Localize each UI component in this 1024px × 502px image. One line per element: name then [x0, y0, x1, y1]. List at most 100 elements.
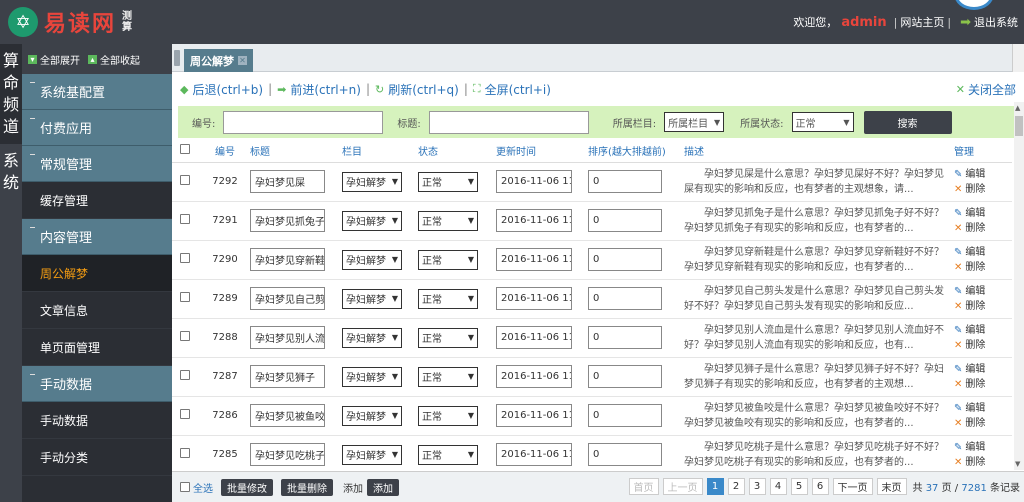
- edit-link[interactable]: ✎ 编辑: [954, 245, 1012, 260]
- search-button[interactable]: 搜索: [863, 110, 952, 134]
- row-checkbox[interactable]: [180, 331, 190, 341]
- pager-page-1[interactable]: 1: [706, 478, 724, 495]
- pager-next[interactable]: 下一页: [832, 478, 873, 495]
- batch-edit-button[interactable]: 批量修改: [221, 478, 273, 496]
- sidebar-group-content[interactable]: 内容管理: [22, 219, 172, 255]
- add-button[interactable]: 添加: [367, 478, 399, 496]
- row-column-select[interactable]: 孕妇解梦 ▼: [342, 327, 402, 348]
- header-id[interactable]: 编号: [200, 140, 250, 163]
- back-button[interactable]: ◆ 后退(ctrl+b): [180, 81, 263, 98]
- user-avatar[interactable]: [954, 0, 994, 10]
- row-title-input[interactable]: 孕妇梦见抓兔子: [250, 209, 325, 232]
- row-time-input[interactable]: 2016-11-06 11:: [496, 404, 572, 427]
- edit-link[interactable]: ✎ 编辑: [954, 284, 1012, 299]
- sidebar-item-articles[interactable]: 文章信息: [22, 292, 172, 329]
- expand-all-button[interactable]: ▾ 全部展开: [28, 52, 80, 67]
- edit-link[interactable]: ✎ 编辑: [954, 401, 1012, 416]
- close-all-button[interactable]: ✕ 关闭全部: [956, 81, 1016, 98]
- column-select[interactable]: 所属栏目 ▼: [664, 112, 725, 132]
- pager-last[interactable]: 末页: [876, 478, 907, 495]
- strip-item-system[interactable]: 系统: [0, 144, 22, 194]
- row-checkbox[interactable]: [180, 292, 190, 302]
- header-status[interactable]: 状态: [418, 140, 496, 163]
- row-column-select[interactable]: 孕妇解梦 ▼: [342, 171, 402, 192]
- strip-item-fortune[interactable]: 算命频道: [0, 44, 22, 144]
- edit-link[interactable]: ✎ 编辑: [954, 206, 1012, 221]
- sidebar-group-manual-data[interactable]: 手动数据: [22, 366, 172, 402]
- row-sort-input[interactable]: 0: [588, 248, 662, 271]
- header-sort[interactable]: 排序(越大排越前): [588, 140, 684, 163]
- status-select[interactable]: 正常 ▼: [791, 112, 854, 132]
- site-home-link[interactable]: 网站主页: [900, 14, 944, 30]
- edit-link[interactable]: ✎ 编辑: [954, 323, 1012, 338]
- delete-link[interactable]: ✕ 删除: [954, 260, 1012, 275]
- tab-close-icon[interactable]: ✕: [238, 56, 247, 65]
- site-logo[interactable]: ✡ 易读网 测算: [8, 6, 134, 38]
- row-title-input[interactable]: 孕妇梦见吃桃子: [250, 443, 325, 466]
- tab-dream[interactable]: 周公解梦 ✕: [184, 49, 253, 72]
- row-status-select[interactable]: 正常 ▼: [418, 288, 478, 309]
- row-title-input[interactable]: 孕妇梦见别人流: [250, 326, 325, 349]
- vertical-scrollbar[interactable]: ▲ ▼: [1014, 102, 1024, 470]
- row-column-select[interactable]: 孕妇解梦 ▼: [342, 405, 402, 426]
- pager-page-3[interactable]: 3: [748, 478, 766, 495]
- row-time-input[interactable]: 2016-11-06 11:: [496, 248, 572, 271]
- row-status-select[interactable]: 正常 ▼: [418, 405, 478, 426]
- row-status-select[interactable]: 正常 ▼: [418, 444, 478, 465]
- edit-link[interactable]: ✎ 编辑: [954, 167, 1012, 182]
- row-checkbox[interactable]: [180, 370, 190, 380]
- delete-link[interactable]: ✕ 删除: [954, 299, 1012, 314]
- select-all-control[interactable]: 全选: [180, 480, 213, 495]
- sidebar-item-pages[interactable]: 单页面管理: [22, 329, 172, 366]
- row-status-select[interactable]: 正常 ▼: [418, 327, 478, 348]
- row-status-select[interactable]: 正常 ▼: [418, 366, 478, 387]
- row-title-input[interactable]: 孕妇梦见狮子: [250, 365, 325, 388]
- pager-page-2[interactable]: 2: [727, 478, 745, 495]
- fullscreen-button[interactable]: ⛶ 全屏(ctrl+i): [473, 81, 551, 98]
- pager-page-6[interactable]: 6: [811, 478, 829, 495]
- row-checkbox[interactable]: [180, 175, 190, 185]
- row-column-select[interactable]: 孕妇解梦 ▼: [342, 366, 402, 387]
- row-time-input[interactable]: 2016-11-06 11:: [496, 443, 572, 466]
- row-sort-input[interactable]: 0: [588, 365, 662, 388]
- row-time-input[interactable]: 2016-11-06 11:: [496, 209, 572, 232]
- delete-link[interactable]: ✕ 删除: [954, 377, 1012, 392]
- header-column[interactable]: 栏目: [342, 140, 418, 163]
- delete-link[interactable]: ✕ 删除: [954, 416, 1012, 431]
- scroll-thumb[interactable]: [1015, 116, 1023, 136]
- sidebar-item-manual-data[interactable]: 手动数据: [22, 402, 172, 439]
- header-title[interactable]: 标题: [250, 140, 342, 163]
- sidebar-group-paid-apps[interactable]: 付费应用: [22, 110, 172, 146]
- row-status-select[interactable]: 正常 ▼: [418, 210, 478, 231]
- refresh-button[interactable]: ↻ 刷新(ctrl+q): [375, 81, 459, 98]
- row-column-select[interactable]: 孕妇解梦 ▼: [342, 444, 402, 465]
- row-sort-input[interactable]: 0: [588, 170, 662, 193]
- row-time-input[interactable]: 2016-11-06 11:: [496, 326, 572, 349]
- row-column-select[interactable]: 孕妇解梦 ▼: [342, 210, 402, 231]
- sidebar-item-cache[interactable]: 缓存管理: [22, 182, 172, 219]
- row-title-input[interactable]: 孕妇梦见屎: [250, 170, 325, 193]
- delete-link[interactable]: ✕ 删除: [954, 182, 1012, 197]
- header-desc[interactable]: 描述: [684, 140, 954, 163]
- pager-page-5[interactable]: 5: [790, 478, 808, 495]
- row-title-input[interactable]: 孕妇梦见被鱼咬: [250, 404, 325, 427]
- row-sort-input[interactable]: 0: [588, 404, 662, 427]
- row-time-input[interactable]: 2016-11-06 11:: [496, 365, 572, 388]
- logout-link[interactable]: 退出系统: [974, 14, 1018, 30]
- row-checkbox[interactable]: [180, 214, 190, 224]
- sidebar-item-dream[interactable]: 周公解梦: [22, 255, 172, 292]
- footer-select-all-checkbox[interactable]: [180, 482, 190, 492]
- row-sort-input[interactable]: 0: [588, 209, 662, 232]
- row-checkbox[interactable]: [180, 409, 190, 419]
- sidebar-group-general[interactable]: 常规管理: [22, 146, 172, 182]
- pager-prev[interactable]: 上一页: [662, 478, 703, 495]
- tab-scroll-left[interactable]: [174, 50, 180, 66]
- row-sort-input[interactable]: 0: [588, 326, 662, 349]
- row-time-input[interactable]: 2016-11-06 11:: [496, 170, 572, 193]
- row-status-select[interactable]: 正常 ▼: [418, 171, 478, 192]
- scroll-down-icon[interactable]: ▼: [1015, 460, 1020, 468]
- row-sort-input[interactable]: 0: [588, 443, 662, 466]
- title-search-input[interactable]: [428, 110, 589, 134]
- select-all-checkbox[interactable]: [180, 144, 190, 155]
- header-time[interactable]: 更新时间: [496, 140, 588, 163]
